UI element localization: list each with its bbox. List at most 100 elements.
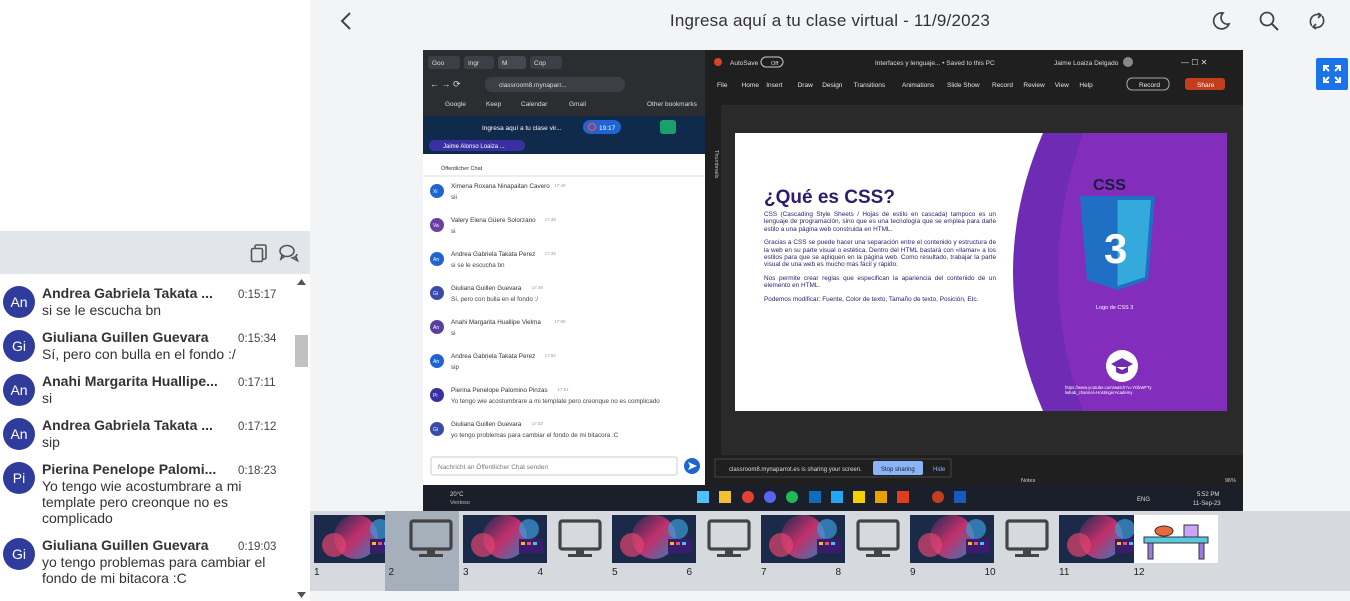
- copy-icon[interactable]: [248, 242, 270, 264]
- slide-thumbnail[interactable]: 12: [1130, 511, 1218, 591]
- ribbon-tab[interactable]: Insert: [766, 82, 782, 89]
- message-author: Giuliana Guillen Guevara: [451, 285, 522, 292]
- keyboard-language: ENG: [1137, 497, 1150, 503]
- thumbnails-label[interactable]: Thumbnails: [713, 150, 719, 179]
- presenter-name: Jaime Alonso Loaiza ...: [443, 144, 505, 150]
- message-time: 17:46: [545, 217, 557, 222]
- weather-temp: 20°C: [450, 492, 464, 498]
- message-text: sip: [451, 364, 460, 371]
- svg-text:CSS: CSS: [1093, 177, 1126, 194]
- chat-bubbles-icon[interactable]: [278, 242, 300, 264]
- taskbar-clock-time: 5:52 PM: [1197, 492, 1219, 498]
- window-controls-icon[interactable]: — ☐ ✕: [1181, 58, 1207, 67]
- message-time: 0:18:23: [238, 465, 277, 477]
- desk-illustration-icon: [1133, 515, 1218, 563]
- browser-tab[interactable]: M: [502, 60, 507, 67]
- message-time: 0:17:11: [238, 377, 276, 389]
- thumbnail-number: 6: [686, 567, 693, 578]
- taskbar-clock-date: 11-Sep-23: [1193, 501, 1221, 507]
- ribbon-tab[interactable]: Design: [822, 82, 843, 89]
- message-time: 0:15:17: [238, 289, 277, 301]
- ribbon-tab[interactable]: File: [717, 82, 728, 89]
- search-icon[interactable]: [1258, 10, 1280, 32]
- slide-link[interactable]: https://www.youtube.com/watch?v=YDkWFTy …: [1065, 385, 1173, 395]
- slide-thumbnail[interactable]: 3: [459, 511, 547, 591]
- browser-chat-placeholder: Nachricht an Öffentlicher Chat senden: [438, 463, 548, 471]
- message-time: 17:40: [554, 183, 566, 188]
- page-title: Ingresa aquí a tu clase virtual - 11/9/2…: [669, 11, 991, 30]
- hide-link[interactable]: Hide: [933, 467, 946, 473]
- message-time: 17:46: [545, 251, 557, 256]
- ribbon-tab[interactable]: Record: [992, 82, 1013, 89]
- ribbon-tab[interactable]: Home: [742, 82, 760, 89]
- chat-scrollbar[interactable]: [293, 274, 310, 601]
- avatar: An: [3, 374, 35, 406]
- rotate-icon[interactable]: [1306, 10, 1328, 32]
- bookmark[interactable]: Keep: [486, 101, 502, 108]
- scroll-up-arrow-icon[interactable]: [297, 279, 306, 285]
- shared-screen: Goo Ingr M Cop classroom8.mynaparr... ← …: [423, 50, 1243, 511]
- slide-thumbnail-strip[interactable]: 1 2 3 4 5 6 7 8 9 10 11 12: [310, 511, 1350, 591]
- message-text: yo tengo problemas para cambiar el fondo…: [42, 554, 266, 586]
- expand-icon: [1323, 65, 1341, 83]
- message-text: yo tengo problemas para cambiar el fondo…: [451, 432, 619, 439]
- ribbon-tab[interactable]: Help: [1079, 82, 1093, 89]
- message-time: 17:50: [545, 353, 557, 358]
- ribbon-tab[interactable]: View: [1055, 82, 1069, 89]
- bookmark[interactable]: Other bookmarks: [647, 101, 698, 108]
- message-time: 0:15:34: [238, 333, 277, 345]
- scroll-down-arrow-icon[interactable]: [297, 592, 306, 598]
- slide-heading: ¿Qué es CSS?: [764, 187, 895, 208]
- chat-panel: An Andrea Gabriela Takata ... 0:15:17 si …: [0, 0, 310, 601]
- message-author: Andrea Gabriela Takata Perez: [451, 251, 535, 258]
- slide-thumbnail[interactable]: 2: [384, 511, 459, 591]
- thumbnail-number: 3: [463, 567, 469, 578]
- fullscreen-button[interactable]: [1316, 58, 1348, 90]
- ribbon-tab[interactable]: Review: [1023, 82, 1045, 89]
- chat-message-list[interactable]: An Andrea Gabriela Takata ... 0:15:17 si …: [0, 274, 293, 601]
- avatar: An: [3, 286, 35, 318]
- browser-tab[interactable]: Cop: [534, 60, 546, 67]
- bookmark[interactable]: Calendar: [521, 101, 548, 108]
- slide-thumbnail[interactable]: 11: [1055, 511, 1143, 591]
- browser-tab[interactable]: Ingr: [468, 60, 480, 67]
- slide-paragraph: CSS (Cascading Style Sheets / Hojas de e…: [764, 211, 996, 233]
- thumbnail-number: 4: [537, 567, 544, 578]
- message-time: 0:19:03: [238, 541, 277, 553]
- scrollbar-thumb[interactable]: [295, 335, 308, 367]
- chat-message: An Anahi Margarita Huallipe... 0:17:11 si: [0, 362, 293, 406]
- slide-thumbnail[interactable]: 9: [906, 511, 994, 591]
- message-time: 0:17:12: [238, 421, 277, 433]
- bookmark[interactable]: Google: [445, 101, 466, 108]
- slide-thumbnail[interactable]: 4: [534, 511, 608, 591]
- slide-thumbnail[interactable]: 5: [608, 511, 696, 591]
- message-author: Pierina Penelope Palomino Pinzas: [451, 387, 548, 394]
- slide-thumbnail[interactable]: 6: [683, 511, 757, 591]
- bookmark[interactable]: Gmail: [569, 101, 587, 108]
- ribbon-tab[interactable]: Animations: [902, 82, 935, 89]
- slide-thumbnail[interactable]: 8: [832, 511, 906, 591]
- slide-thumbnail[interactable]: 7: [757, 511, 845, 591]
- thumbnail-number: 1: [314, 567, 320, 578]
- avatar-initials: Pi: [433, 393, 437, 399]
- dark-mode-moon-icon[interactable]: [1210, 10, 1232, 32]
- share-label: Share: [1197, 82, 1215, 89]
- browser-tab[interactable]: Goo: [432, 60, 445, 67]
- slide-thumbnail[interactable]: 1: [310, 511, 398, 591]
- message-time: 17:46: [532, 285, 544, 290]
- ribbon-tab[interactable]: Draw: [798, 82, 813, 89]
- message-text: si se le escucha bn: [451, 262, 505, 269]
- chat-message: Gi Giuliana Guillen Guevara 0:15:34 Sí, p…: [0, 318, 293, 362]
- room-title: Ingresa aquí a tu clase vir...: [482, 125, 562, 132]
- ribbon-tab[interactable]: Slide Show: [947, 82, 980, 89]
- browser-nav-icon[interactable]: ← → ⟳: [430, 79, 461, 89]
- message-author: Andrea Gabriela Takata ...: [42, 417, 213, 433]
- message-text: si se le escucha bn: [42, 302, 162, 318]
- slide-thumbnail[interactable]: 10: [981, 511, 1055, 591]
- avatar-initials: An: [433, 359, 439, 365]
- message-text: Sí, pero con bulla en el fondo :/: [42, 346, 236, 362]
- ribbon-tab[interactable]: Transitions: [854, 82, 886, 89]
- autosave-state[interactable]: Off: [771, 61, 779, 67]
- notes-button[interactable]: Notes: [1021, 478, 1036, 484]
- message-author: Anahi Margarita Huallipe...: [42, 373, 218, 389]
